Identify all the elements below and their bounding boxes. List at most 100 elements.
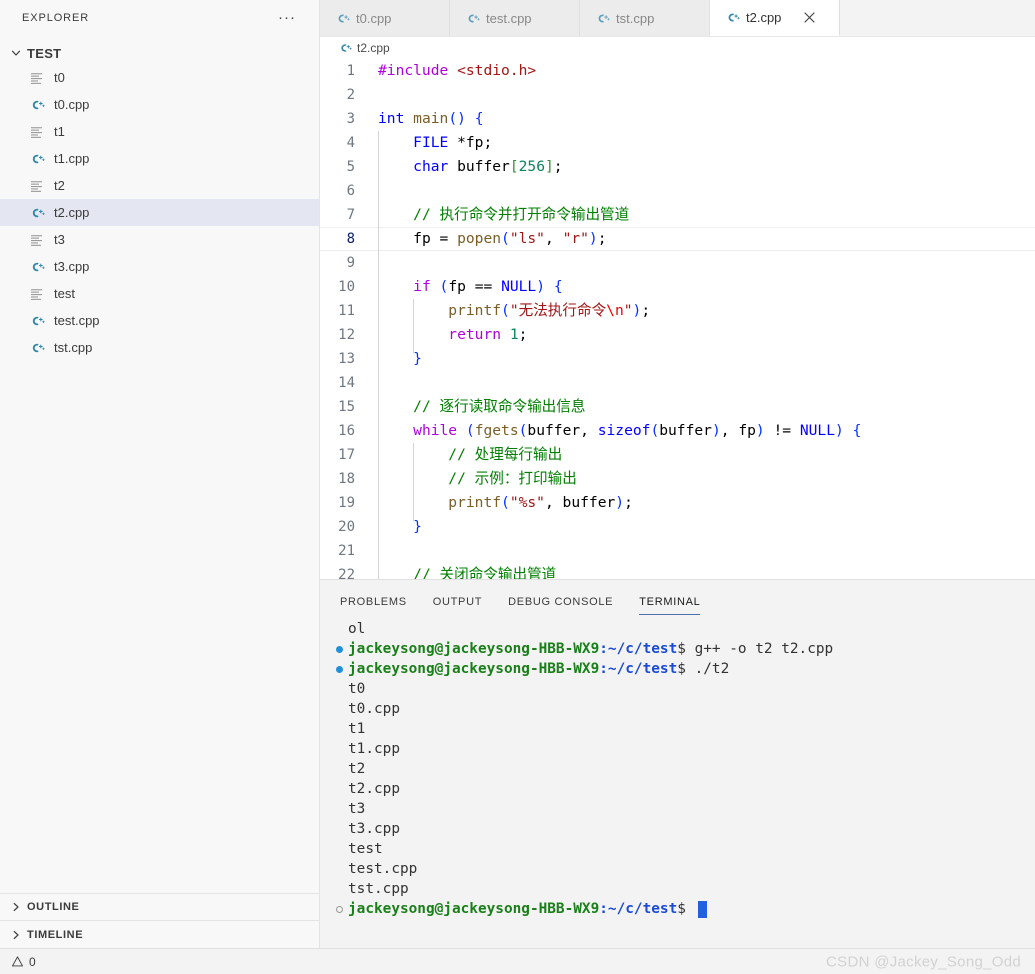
code-text: } [413,350,422,367]
file-tree-item-t3[interactable]: t3 [0,226,319,253]
code-line: 9 [320,251,1035,275]
file-tree-item-label: t2.cpp [54,205,90,220]
panel-tab-output[interactable]: OUTPUT [433,596,482,615]
editor-tab-t0-cpp[interactable]: t0.cpp [320,0,450,36]
editor-tab-test-cpp[interactable]: test.cpp [450,0,580,36]
terminal-line: t3 [330,799,1035,819]
terminal-line: t1.cpp [330,739,1035,759]
file-tree-item-t3-cpp[interactable]: t3.cpp [0,253,319,280]
cpp-file-icon [724,10,740,26]
close-icon[interactable] [801,10,817,26]
file-tree-item-label: t1.cpp [54,151,90,166]
terminal-prompt-line: jackeysong@jackeysong-HBB-WX9:~/c/test$ … [348,659,729,679]
file-tree-item-label: test [54,286,75,301]
sidebar-item-outline[interactable]: OUTLINE [0,894,319,921]
sidebar-item-timeline[interactable]: TIMELINE [0,921,319,948]
editor-tab-label: test.cpp [486,10,532,26]
file-tree-item-tst-cpp[interactable]: tst.cpp [0,334,319,361]
terminal-command-text: g++ -o t2 t2.cpp [694,641,834,657]
terminal-output-text: test [348,841,383,857]
breadcrumb[interactable]: t2.cpp [320,37,1035,59]
code-text: FILE *fp; [413,134,493,151]
terminal-cursor [697,900,707,918]
terminal-line: t2.cpp [330,779,1035,799]
line-number: 15 [338,399,355,415]
terminal-output-text: t2.cpp [348,781,400,797]
line-number: 3 [346,111,355,127]
folder-root-test[interactable]: TEST [0,42,319,64]
cpp-file-icon [28,312,46,330]
terminal-output[interactable]: ol jackeysong@jackeysong-HBB-WX9:~/c/test… [320,615,1035,948]
code-line: 7 // 执行命令并打开命令输出管道 [320,203,1035,227]
file-tree-item-t2-cpp[interactable]: t2.cpp [0,199,319,226]
editor-area: t0.cpp test.cpp tst.cpp t2.cpp t2.cpp 1 #inc… [320,0,1035,948]
line-number: 21 [338,543,355,559]
code-text: // 执行命令并打开命令输出管道 [413,206,630,223]
line-number: 14 [338,375,355,391]
code-line: 16 while (fgets(buffer, sizeof(buffer), … [320,419,1035,443]
code-line: 4 FILE *fp; [320,131,1035,155]
cpp-file-icon [28,96,46,114]
text-file-icon [28,231,46,249]
cpp-file-icon [28,339,46,357]
file-tree-item-t1[interactable]: t1 [0,118,319,145]
line-number: 17 [338,447,355,463]
status-problems-count: 0 [29,954,36,969]
code-line: 12 return 1; [320,323,1035,347]
cpp-file-icon [338,41,352,55]
line-number: 7 [346,207,355,223]
editor-tab-tst-cpp[interactable]: tst.cpp [580,0,710,36]
explorer-title: EXPLORER [22,11,90,24]
cpp-file-icon [28,258,46,276]
panel-tab-problems[interactable]: PROBLEMS [340,596,407,615]
code-line: 19 printf("%s", buffer); [320,491,1035,515]
file-tree-item-t0-cpp[interactable]: t0.cpp [0,91,319,118]
editor-tab-label: t2.cpp [746,10,782,25]
terminal-prompt-line: jackeysong@jackeysong-HBB-WX9:~/c/test$ … [348,639,833,659]
cpp-file-icon [334,10,350,26]
code-line: 13 } [320,347,1035,371]
terminal-prompt-user: jackeysong@jackeysong-HBB-WX9 [348,901,600,917]
panel-tab-terminal[interactable]: TERMINAL [639,596,701,615]
code-line: 17 // 处理每行输出 [320,443,1035,467]
file-tree-item-label: t0 [54,70,65,85]
more-actions-icon[interactable]: ··· [275,10,299,25]
file-tree-item-t1-cpp[interactable]: t1.cpp [0,145,319,172]
file-tree-item-label: tst.cpp [54,340,93,355]
line-number: 2 [346,87,355,103]
code-text: // 处理每行输出 [448,446,563,463]
file-tree-item-test[interactable]: test [0,280,319,307]
terminal-output-text: test.cpp [348,861,418,877]
cpp-file-icon [594,10,610,26]
terminal-line: t3.cpp [330,819,1035,839]
status-problems[interactable]: 0 [6,951,41,973]
line-number: 19 [338,495,355,511]
code-line: 15 // 逐行读取命令输出信息 [320,395,1035,419]
terminal-prompt-sign: $ [677,901,695,917]
cpp-file-icon [28,204,46,222]
line-number: 4 [346,135,355,151]
text-file-icon [28,123,46,141]
file-tree-item-t2[interactable]: t2 [0,172,319,199]
file-tree-item-test-cpp[interactable]: test.cpp [0,307,319,334]
terminal-line: test [330,839,1035,859]
file-tree-item-label: t2 [54,178,65,193]
terminal-line: t0 [330,679,1035,699]
code-text: // 关闭命令输出管道 [413,566,557,580]
file-tree-item-t0[interactable]: t0 [0,64,319,91]
tabbar-empty-space [840,0,1035,36]
terminal-line: jackeysong@jackeysong-HBB-WX9:~/c/test$ [330,899,1035,919]
terminal-line: jackeysong@jackeysong-HBB-WX9:~/c/test$ … [330,639,1035,659]
code-line: 20 } [320,515,1035,539]
panel-tab-debug-console[interactable]: DEBUG CONSOLE [508,596,613,615]
editor-tab-t2-cpp[interactable]: t2.cpp [710,0,840,36]
bottom-panel: PROBLEMS OUTPUT DEBUG CONSOLE TERMINAL ol ja… [320,580,1035,948]
indent-guide-level-2 [413,299,415,353]
sidebar-item-outline-label: OUTLINE [27,901,80,913]
code-editor[interactable]: 1 #include <stdio.h> 2 3 int main() {4 FILE … [320,59,1035,580]
line-number: 18 [338,471,355,487]
sidebar-item-timeline-label: TIMELINE [27,928,84,941]
code-line: 22 // 关闭命令输出管道 [320,563,1035,580]
code-text: // 示例：打印输出 [448,470,577,487]
terminal-output-text: t0 [348,681,366,697]
